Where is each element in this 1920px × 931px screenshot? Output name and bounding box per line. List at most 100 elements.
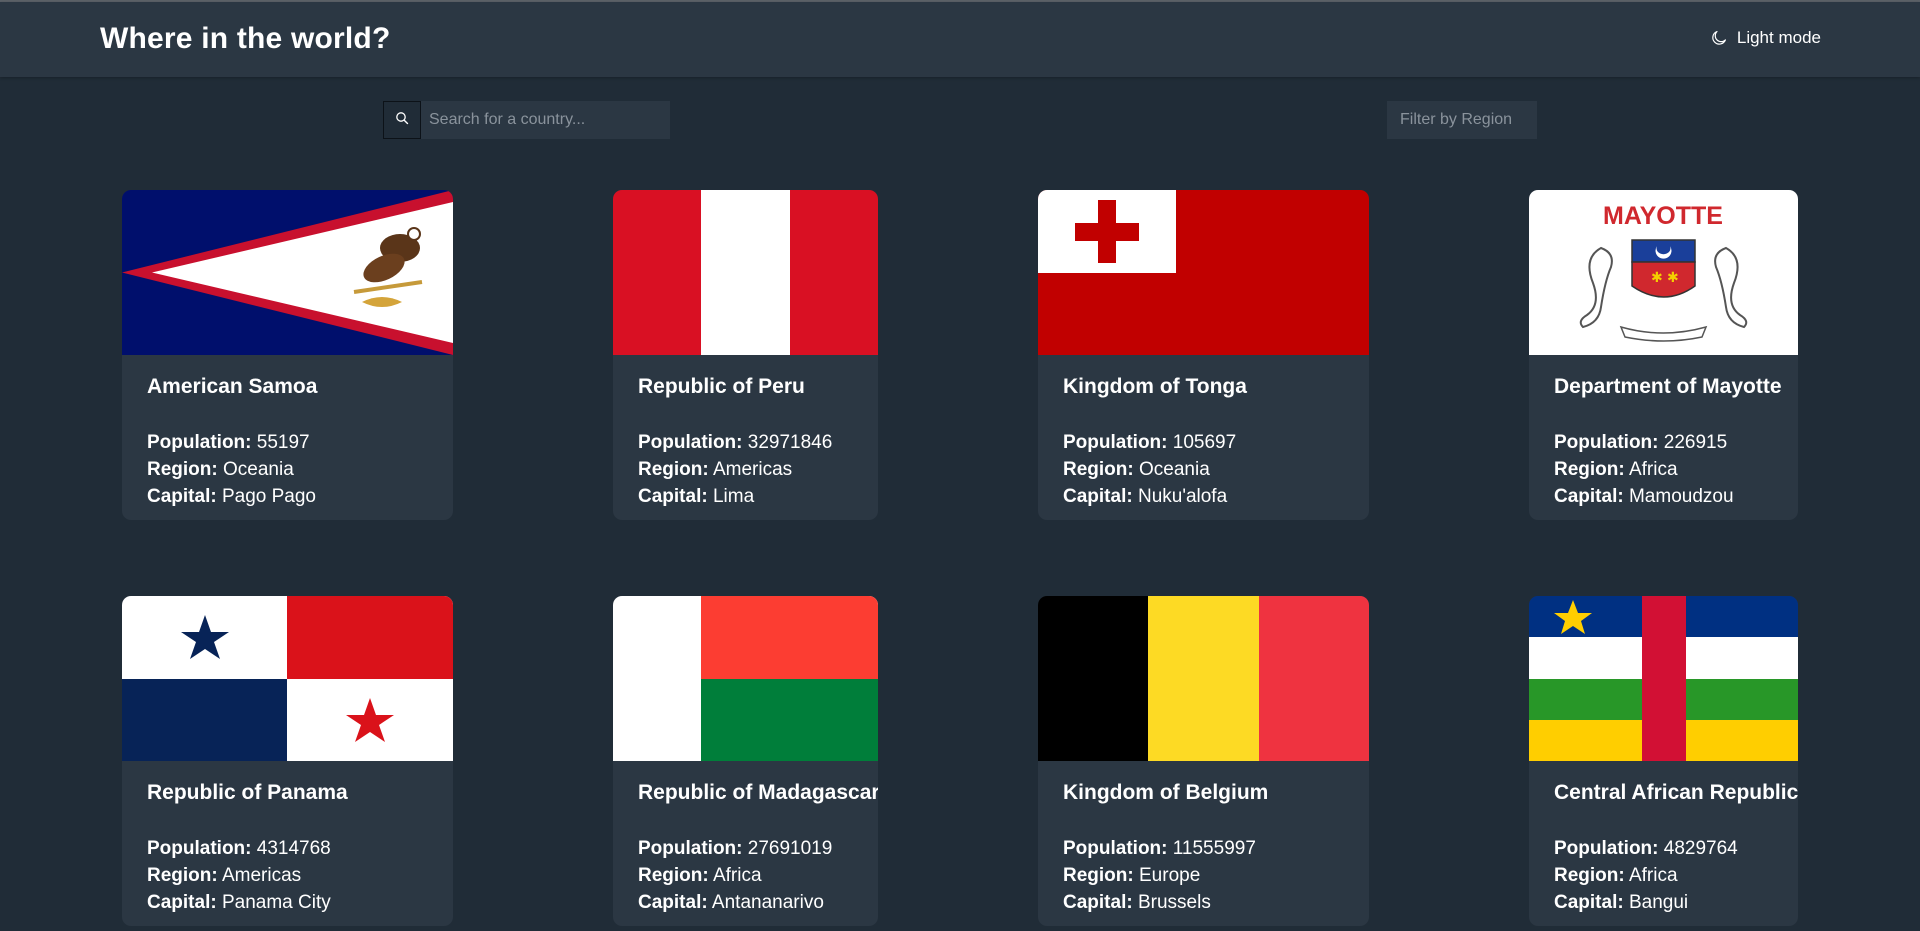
population-label: Population: [1554, 432, 1659, 453]
country-region: Region: Africa [1554, 862, 1773, 889]
theme-toggle-button[interactable]: Light mode [1711, 28, 1821, 48]
svg-text:✱: ✱ [1667, 270, 1679, 286]
country-population: Population: 11555997 [1063, 835, 1344, 862]
capital-label: Capital: [1554, 892, 1624, 913]
country-population: Population: 27691019 [638, 835, 853, 862]
mayotte-flag: MAYOTTE ✱ ✱ [1529, 190, 1798, 355]
population-label: Population: [1063, 432, 1168, 453]
country-card-peru[interactable]: Republic of Peru Population: 32971846 Re… [613, 190, 878, 520]
population-label: Population: [638, 432, 743, 453]
country-region: Region: Europe [1063, 862, 1344, 889]
country-population: Population: 32971846 [638, 429, 853, 456]
capital-value: Nuku'alofa [1137, 486, 1228, 507]
country-region: Region: Africa [1554, 456, 1773, 483]
capital-label: Capital: [638, 892, 708, 913]
search-bar [383, 101, 670, 139]
american-samoa-flag [122, 190, 453, 355]
region-value: Europe [1139, 865, 1201, 886]
theme-toggle-label: Light mode [1736, 28, 1821, 47]
capital-value: Bangui [1628, 892, 1689, 913]
moon-icon [1711, 30, 1727, 46]
country-capital: Capital: Bangui [1554, 889, 1773, 916]
region-value: Americas [221, 865, 302, 886]
population-value: 11555997 [1172, 838, 1256, 859]
population-label: Population: [147, 432, 252, 453]
region-label: Region: [638, 865, 709, 886]
country-population: Population: 105697 [1063, 429, 1344, 456]
svg-text:MAYOTTE: MAYOTTE [1603, 202, 1723, 230]
country-capital: Capital: Lima [638, 483, 853, 510]
capital-label: Capital: [1063, 486, 1133, 507]
capital-label: Capital: [147, 486, 217, 507]
belgium-flag [1038, 596, 1369, 761]
population-value: 226915 [1663, 432, 1728, 453]
country-name: Kingdom of Belgium [1063, 781, 1269, 804]
country-region: Region: Africa [638, 862, 853, 889]
country-card-madagascar[interactable]: Republic of Madagascar Population: 27691… [613, 596, 878, 926]
country-population: Population: 4314768 [147, 835, 428, 862]
country-capital: Capital: Nuku'alofa [1063, 483, 1344, 510]
country-region: Region: Americas [638, 456, 853, 483]
capital-value: Pago Pago [221, 486, 316, 507]
country-region: Region: Americas [147, 862, 428, 889]
country-name: Republic of Peru [638, 375, 805, 398]
population-label: Population: [1063, 838, 1168, 859]
svg-text:✱: ✱ [1651, 270, 1663, 286]
population-value: 4829764 [1663, 838, 1738, 859]
country-name: American Samoa [147, 375, 318, 398]
country-capital: Capital: Pago Pago [147, 483, 428, 510]
region-label: Region: [147, 865, 218, 886]
central-african-republic-flag [1529, 596, 1798, 761]
search-icon [395, 111, 409, 130]
population-value: 32971846 [747, 432, 833, 453]
capital-label: Capital: [147, 892, 217, 913]
peru-flag [613, 190, 878, 355]
population-label: Population: [147, 838, 252, 859]
country-name: Republic of Panama [147, 781, 348, 804]
country-card-mayotte[interactable]: MAYOTTE ✱ ✱ Department of Mayotte Popula… [1529, 190, 1798, 520]
capital-value: Mamoudzou [1628, 486, 1734, 507]
capital-value: Lima [712, 486, 755, 507]
region-label: Region: [1063, 459, 1134, 480]
country-region: Region: Oceania [1063, 456, 1344, 483]
region-value: Americas [712, 459, 793, 480]
region-label: Region: [1063, 865, 1134, 886]
population-value: 27691019 [747, 838, 833, 859]
country-card-central-african-republic[interactable]: Central African Republic Population: 482… [1529, 596, 1798, 926]
madagascar-flag [613, 596, 878, 761]
population-label: Population: [638, 838, 743, 859]
capital-label: Capital: [638, 486, 708, 507]
capital-value: Brussels [1137, 892, 1211, 913]
population-label: Population: [1554, 838, 1659, 859]
region-filter-select[interactable]: Filter by Region [1387, 101, 1537, 139]
region-value: Oceania [1139, 459, 1210, 480]
country-card-panama[interactable]: Republic of Panama Population: 4314768 R… [122, 596, 453, 926]
region-value: Africa [1628, 459, 1678, 480]
country-card-belgium[interactable]: Kingdom of Belgium Population: 11555997 … [1038, 596, 1369, 926]
country-name: Central African Republic [1554, 781, 1798, 804]
country-name: Department of Mayotte [1554, 375, 1782, 398]
capital-label: Capital: [1554, 486, 1624, 507]
country-name: Republic of Madagascar [638, 781, 878, 804]
tonga-flag [1038, 190, 1369, 355]
region-label: Region: [1554, 459, 1625, 480]
search-input[interactable] [421, 101, 670, 139]
panama-flag [122, 596, 453, 761]
region-value: Oceania [223, 459, 294, 480]
search-button[interactable] [383, 101, 421, 139]
country-capital: Capital: Antananarivo [638, 889, 853, 916]
country-card-american-samoa[interactable]: American Samoa Population: 55197 Region:… [122, 190, 453, 520]
country-card-tonga[interactable]: Kingdom of Tonga Population: 105697 Regi… [1038, 190, 1369, 520]
country-capital: Capital: Panama City [147, 889, 428, 916]
country-region: Region: Oceania [147, 456, 428, 483]
population-value: 4314768 [256, 838, 331, 859]
country-population: Population: 4829764 [1554, 835, 1773, 862]
app-header: Where in the world? Light mode [0, 2, 1920, 77]
country-population: Population: 55197 [147, 429, 428, 456]
country-name: Kingdom of Tonga [1063, 375, 1247, 398]
region-label: Region: [1554, 865, 1625, 886]
region-value: Africa [712, 865, 762, 886]
region-label: Region: [638, 459, 709, 480]
country-capital: Capital: Brussels [1063, 889, 1344, 916]
capital-label: Capital: [1063, 892, 1133, 913]
